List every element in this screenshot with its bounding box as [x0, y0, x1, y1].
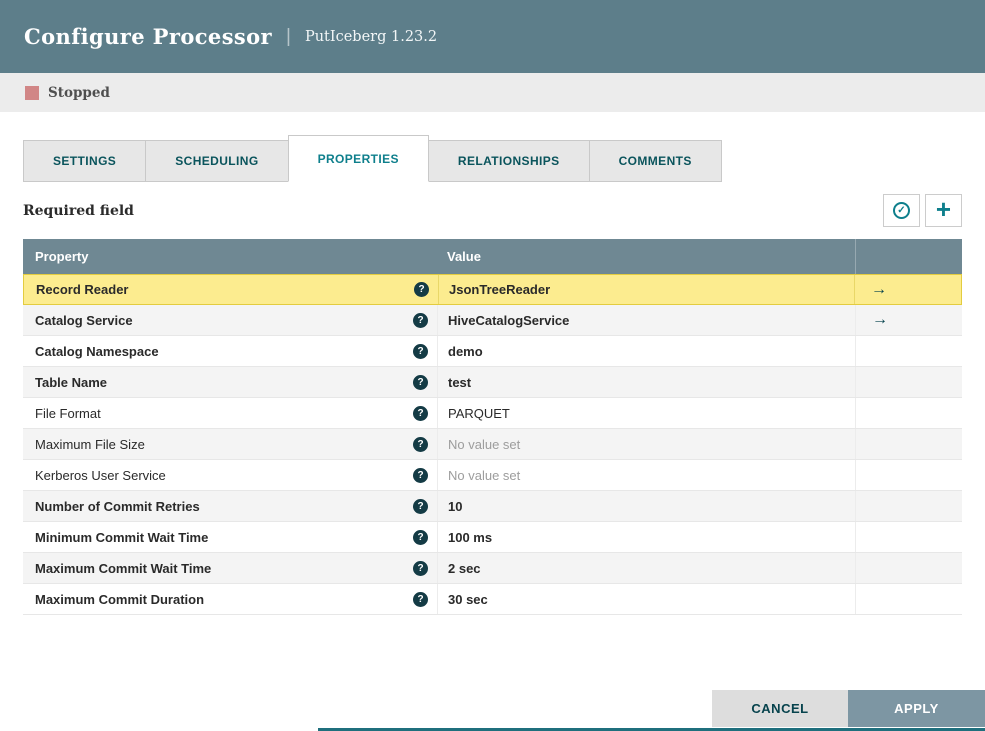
property-name: Record Reader	[36, 282, 129, 297]
property-value[interactable]: test	[437, 367, 855, 397]
verify-properties-button[interactable]: ✓	[883, 194, 920, 227]
property-name: Catalog Namespace	[35, 343, 159, 359]
actions-cell: →	[855, 336, 962, 366]
actions-cell: →	[855, 491, 962, 521]
properties-toolbar: Required field ✓ +	[23, 182, 962, 239]
property-cell: Catalog Namespace ?	[23, 336, 437, 366]
column-header-property: Property	[35, 249, 89, 264]
table-header: Property Value	[23, 239, 962, 274]
tab-settings[interactable]: SETTINGS	[23, 140, 147, 182]
help-icon[interactable]: ?	[414, 282, 429, 297]
table-row[interactable]: Catalog Service ? HiveCatalogService →	[23, 305, 962, 336]
tab-scheduling[interactable]: SCHEDULING	[145, 140, 289, 182]
help-icon[interactable]: ?	[413, 405, 428, 421]
column-header-actions	[855, 239, 962, 274]
help-icon[interactable]: ?	[413, 436, 428, 452]
help-icon[interactable]: ?	[413, 560, 428, 576]
property-cell: Maximum Commit Wait Time ?	[23, 553, 437, 583]
actions-cell: →	[855, 460, 962, 490]
property-name: Minimum Commit Wait Time	[35, 529, 209, 545]
add-property-button[interactable]: +	[925, 194, 962, 227]
tab-bar: SETTINGS SCHEDULING PROPERTIES RELATIONSHIP…	[23, 135, 962, 182]
table-row[interactable]: Record Reader ? JsonTreeReader →	[23, 274, 962, 305]
table-row[interactable]: Maximum Commit Wait Time ? 2 sec →	[23, 553, 962, 584]
stopped-status-icon	[25, 85, 39, 100]
go-to-service-icon[interactable]: →	[872, 311, 888, 329]
help-icon[interactable]: ?	[413, 312, 428, 328]
property-value[interactable]: 100 ms	[437, 522, 855, 552]
apply-button[interactable]: APPLY	[848, 690, 985, 727]
property-cell: Maximum File Size ?	[23, 429, 437, 459]
table-row[interactable]: File Format ? PARQUET →	[23, 398, 962, 429]
dialog-header: Configure Processor | PutIceberg 1.23.2	[0, 0, 985, 73]
status-bar: Stopped	[0, 73, 985, 112]
property-cell: Table Name ?	[23, 367, 437, 397]
go-to-service-icon[interactable]: →	[871, 281, 887, 299]
property-value[interactable]: demo	[437, 336, 855, 366]
properties-table-body: Record Reader ? JsonTreeReader → Catalog…	[23, 274, 962, 615]
actions-cell: →	[855, 429, 962, 459]
actions-cell: →	[855, 553, 962, 583]
property-name: Maximum Commit Duration	[35, 591, 205, 607]
footer-actions: CANCEL APPLY	[712, 690, 985, 727]
actions-cell: →	[854, 275, 961, 304]
properties-table: Property Value Record Reader ? JsonTreeR…	[23, 239, 962, 615]
property-value[interactable]: No value set	[437, 460, 855, 490]
property-cell: Number of Commit Retries ?	[23, 491, 437, 521]
table-row[interactable]: Catalog Namespace ? demo →	[23, 336, 962, 367]
property-value[interactable]: 10	[437, 491, 855, 521]
status-label: Stopped	[48, 84, 110, 101]
dialog-title: Configure Processor	[24, 24, 273, 49]
column-header-value: Value	[447, 249, 481, 264]
table-row[interactable]: Kerberos User Service ? No value set →	[23, 460, 962, 491]
actions-cell: →	[855, 398, 962, 428]
table-row[interactable]: Maximum Commit Duration ? 30 sec →	[23, 584, 962, 615]
plus-icon: +	[935, 194, 952, 224]
required-field-label: Required field	[23, 202, 134, 219]
property-value[interactable]: PARQUET	[437, 398, 855, 428]
tab-properties[interactable]: PROPERTIES	[287, 135, 429, 182]
property-name: Catalog Service	[35, 312, 133, 328]
table-row[interactable]: Maximum File Size ? No value set →	[23, 429, 962, 460]
property-name: Maximum File Size	[35, 436, 145, 452]
actions-cell: →	[855, 584, 962, 614]
help-icon[interactable]: ?	[413, 343, 428, 359]
dialog-content: SETTINGS SCHEDULING PROPERTIES RELATIONSHIP…	[0, 112, 985, 615]
property-name: Maximum Commit Wait Time	[35, 560, 212, 576]
check-circle-icon: ✓	[893, 202, 910, 219]
property-cell: Maximum Commit Duration ?	[23, 584, 437, 614]
property-name: Kerberos User Service	[35, 467, 166, 483]
property-cell: Minimum Commit Wait Time ?	[23, 522, 437, 552]
table-row[interactable]: Minimum Commit Wait Time ? 100 ms →	[23, 522, 962, 553]
title-separator: |	[286, 25, 291, 47]
help-icon[interactable]: ?	[413, 498, 428, 514]
actions-cell: →	[855, 522, 962, 552]
property-value[interactable]: No value set	[437, 429, 855, 459]
help-icon[interactable]: ?	[413, 467, 428, 483]
property-value[interactable]: HiveCatalogService	[437, 305, 855, 335]
tab-relationships[interactable]: RELATIONSHIPS	[427, 140, 590, 182]
property-name: Number of Commit Retries	[35, 498, 200, 514]
property-value[interactable]: JsonTreeReader	[438, 275, 854, 304]
toolbar-buttons: ✓ +	[883, 194, 962, 227]
property-value[interactable]: 2 sec	[437, 553, 855, 583]
cancel-button[interactable]: CANCEL	[712, 690, 848, 727]
configure-processor-dialog: Configure Processor | PutIceberg 1.23.2 …	[0, 0, 985, 731]
help-icon[interactable]: ?	[413, 591, 428, 607]
actions-cell: →	[855, 305, 962, 335]
property-cell: Catalog Service ?	[23, 305, 437, 335]
property-cell: File Format ?	[23, 398, 437, 428]
property-cell: Record Reader ?	[24, 275, 438, 304]
property-value[interactable]: 30 sec	[437, 584, 855, 614]
table-row[interactable]: Table Name ? test →	[23, 367, 962, 398]
tab-comments[interactable]: COMMENTS	[588, 140, 722, 182]
property-name: File Format	[35, 405, 101, 421]
property-name: Table Name	[35, 374, 108, 390]
help-icon[interactable]: ?	[413, 529, 428, 545]
table-row[interactable]: Number of Commit Retries ? 10 →	[23, 491, 962, 522]
property-cell: Kerberos User Service ?	[23, 460, 437, 490]
actions-cell: →	[855, 367, 962, 397]
help-icon[interactable]: ?	[413, 374, 428, 390]
processor-name-version: PutIceberg 1.23.2	[304, 28, 438, 45]
